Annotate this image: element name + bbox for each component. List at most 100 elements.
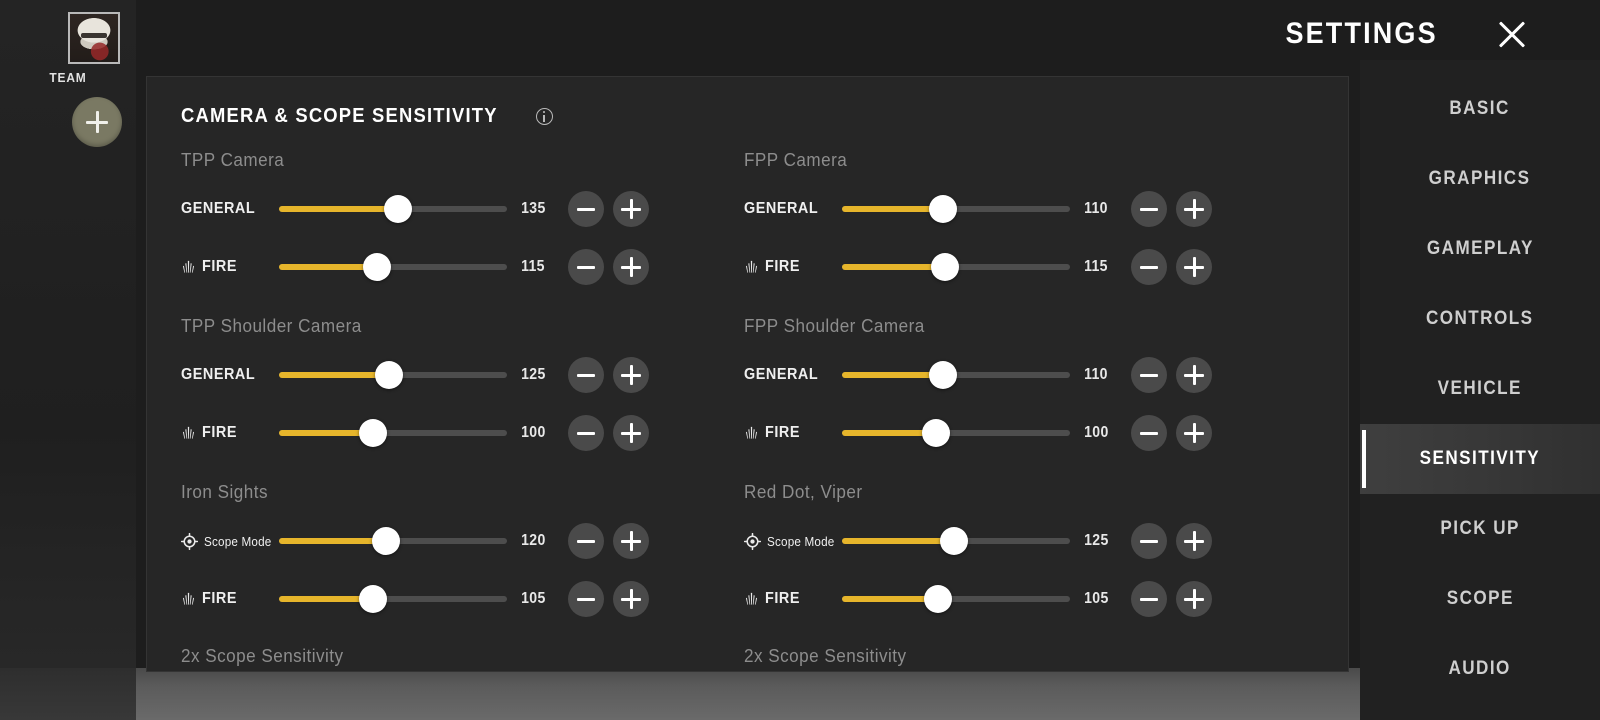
nav-item-pick-up[interactable]: PICK UP <box>1360 494 1600 564</box>
nav-item-sensitivity[interactable]: SENSITIVITY <box>1360 424 1600 494</box>
slider-handle[interactable] <box>358 585 387 613</box>
row-label-text: GENERAL <box>744 200 819 217</box>
sensitivity-slider[interactable] <box>842 526 1070 556</box>
row-label-text: GENERAL <box>744 366 819 383</box>
row-label: GENERAL <box>181 366 279 384</box>
nav-item-audio[interactable]: AUDIO <box>1360 634 1600 704</box>
sensitivity-slider[interactable] <box>279 252 507 282</box>
avatar-portrait-icon <box>70 14 118 62</box>
sensitivity-slider[interactable] <box>842 194 1070 224</box>
decrease-button[interactable] <box>1131 415 1167 451</box>
decrease-button[interactable] <box>1131 357 1167 393</box>
group-title: TPP Camera <box>181 150 285 170</box>
slider-handle[interactable] <box>363 253 392 281</box>
increase-button[interactable] <box>613 357 649 393</box>
slider-handle[interactable] <box>928 361 957 389</box>
sensitivity-row: FIRE 100 <box>181 404 744 462</box>
sensitivity-slider[interactable] <box>842 584 1070 614</box>
section-title: CAMERA & SCOPE SENSITIVITY <box>181 105 498 127</box>
slider-fill <box>279 538 383 544</box>
slider-value: 100 <box>521 424 546 441</box>
sensitivity-slider[interactable] <box>842 418 1070 448</box>
nav-item-controls[interactable]: CONTROLS <box>1360 284 1600 354</box>
slider-value: 115 <box>1084 258 1108 275</box>
close-icon[interactable] <box>1492 14 1532 54</box>
decrease-button[interactable] <box>1131 249 1167 285</box>
slider-handle[interactable] <box>358 419 387 447</box>
increase-button[interactable] <box>1176 191 1212 227</box>
sensitivity-slider[interactable] <box>842 360 1070 390</box>
slider-handle[interactable] <box>940 527 969 555</box>
increase-button[interactable] <box>1176 357 1212 393</box>
nav-item-scope[interactable]: SCOPE <box>1360 564 1600 634</box>
slider-value: 125 <box>1084 532 1109 549</box>
muzzle-flash-icon <box>182 592 195 605</box>
slider-handle[interactable] <box>928 195 957 223</box>
row-label: FIRE <box>181 590 279 608</box>
nav-item-vehicle[interactable]: VEHICLE <box>1360 354 1600 424</box>
clipped-group-title: 2x Scope Sensitivity <box>744 646 907 666</box>
slider-fill <box>842 538 951 544</box>
decrease-button[interactable] <box>568 191 604 227</box>
sensitivity-slider[interactable] <box>279 418 507 448</box>
scope-reticle-icon <box>181 532 198 550</box>
increase-button[interactable] <box>613 523 649 559</box>
decrease-button[interactable] <box>1131 581 1167 617</box>
sensitivity-slider[interactable] <box>279 584 507 614</box>
slider-value: 125 <box>521 366 546 383</box>
increase-button[interactable] <box>613 191 649 227</box>
group-title: Iron Sights <box>181 482 268 502</box>
increase-button[interactable] <box>1176 523 1212 559</box>
decrease-button[interactable] <box>568 249 604 285</box>
slider-handle[interactable] <box>930 253 959 281</box>
sensitivity-slider[interactable] <box>842 252 1070 282</box>
decrease-button[interactable] <box>568 581 604 617</box>
decrease-button[interactable] <box>1131 523 1167 559</box>
slider-handle[interactable] <box>924 585 953 613</box>
row-label: GENERAL <box>181 200 279 218</box>
increase-button[interactable] <box>613 581 649 617</box>
slider-handle[interactable] <box>374 361 403 389</box>
increase-button[interactable] <box>1176 249 1212 285</box>
sensitivity-slider[interactable] <box>279 360 507 390</box>
slider-value: 100 <box>1084 424 1109 441</box>
nav-item-basic[interactable]: BASIC <box>1360 74 1600 144</box>
slider-fill <box>842 430 932 436</box>
slider-value: 110 <box>1084 200 1108 217</box>
sensitivity-row: GENERAL 110 <box>744 346 1307 404</box>
decrease-button[interactable] <box>1131 191 1167 227</box>
group-title: Red Dot, Viper <box>744 482 863 502</box>
row-label: FIRE <box>181 424 279 442</box>
slider-handle[interactable] <box>921 419 950 447</box>
add-teammate-button[interactable] <box>72 97 122 147</box>
increase-button[interactable] <box>613 249 649 285</box>
row-label: FIRE <box>744 258 842 276</box>
row-label: Scope Mode <box>181 532 279 550</box>
sensitivity-slider[interactable] <box>279 194 507 224</box>
slider-fill <box>279 264 374 270</box>
row-label-text: Scope Mode <box>767 533 835 549</box>
avatar-visor-detail <box>80 33 108 38</box>
increase-button[interactable] <box>613 415 649 451</box>
page-title: SETTINGS <box>1285 17 1438 50</box>
increase-button[interactable] <box>1176 581 1212 617</box>
slider-handle[interactable] <box>383 195 412 223</box>
sensitivity-row: FIRE 105 <box>744 570 1307 628</box>
decrease-button[interactable] <box>568 523 604 559</box>
nav-item-gameplay[interactable]: GAMEPLAY <box>1360 214 1600 284</box>
slider-fill <box>279 372 385 378</box>
slider-handle[interactable] <box>372 527 401 555</box>
settings-nav: BASIC GRAPHICS GAMEPLAY CONTROLS VEHICLE SENS… <box>1360 60 1600 720</box>
info-icon[interactable] <box>536 108 554 125</box>
avatar[interactable] <box>68 12 120 64</box>
settings-content-panel: CAMERA & SCOPE SENSITIVITY TPP Camera GEN… <box>146 76 1349 672</box>
sensitivity-slider[interactable] <box>279 526 507 556</box>
nav-item-label: AUDIO <box>1448 658 1512 679</box>
decrease-button[interactable] <box>568 357 604 393</box>
increase-button[interactable] <box>1176 415 1212 451</box>
decrease-button[interactable] <box>568 415 604 451</box>
row-label-text: FIRE <box>202 258 237 275</box>
nav-item-graphics[interactable]: GRAPHICS <box>1360 144 1600 214</box>
group-title: TPP Shoulder Camera <box>181 316 362 336</box>
row-label-text: FIRE <box>765 424 800 441</box>
